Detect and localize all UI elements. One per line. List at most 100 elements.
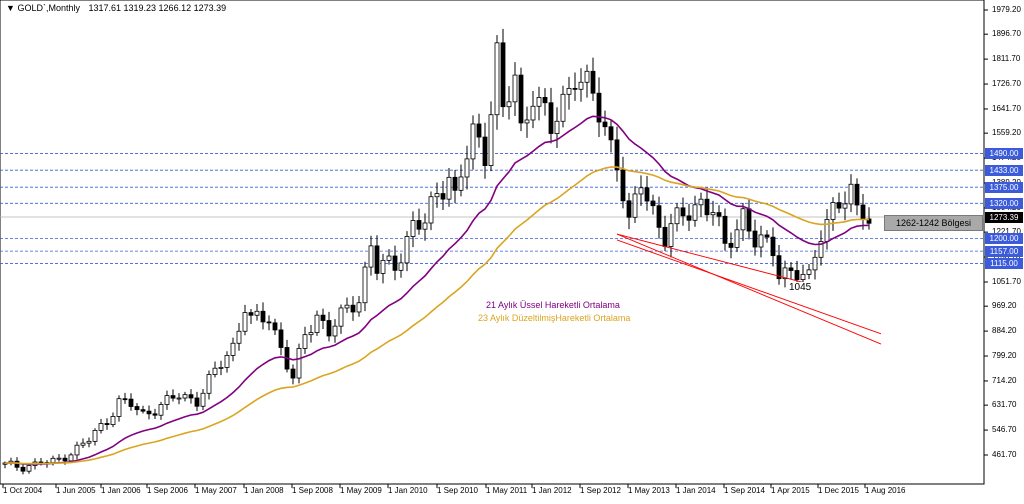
candle-body bbox=[530, 105, 536, 121]
candle-body bbox=[104, 423, 110, 425]
candle-body bbox=[326, 320, 332, 337]
candle-body bbox=[248, 312, 254, 316]
x-tick-label: 1 Sep 2012 bbox=[580, 486, 621, 495]
chart-area[interactable] bbox=[0, 0, 1024, 499]
candle-body bbox=[182, 394, 188, 399]
candle-body bbox=[548, 102, 554, 134]
candle-body bbox=[554, 120, 560, 134]
candle-body bbox=[122, 398, 128, 401]
candle-body bbox=[710, 212, 716, 216]
candle-body bbox=[404, 236, 410, 264]
x-tick-label: 1 Dec 2015 bbox=[818, 486, 859, 495]
candle-body bbox=[668, 223, 674, 247]
x-tick-label: 1 Apr 2015 bbox=[771, 486, 810, 495]
y-tick-label: 1979.20 bbox=[992, 5, 1021, 14]
ema-legend: 21 Aylık Üssel Hareketli Ortalama bbox=[486, 300, 620, 310]
candle-body bbox=[332, 325, 338, 337]
candle-body bbox=[614, 139, 620, 171]
candle-body bbox=[218, 366, 224, 369]
candle-body bbox=[188, 394, 194, 399]
chart-header: ▼ GOLD`,Monthly 1317.61 1319.23 1266.12 … bbox=[6, 3, 226, 13]
y-tick-label: 1726.70 bbox=[992, 79, 1021, 89]
level-tag: 1157.00 bbox=[985, 246, 1023, 258]
candle-body bbox=[704, 198, 710, 216]
candle-body bbox=[14, 460, 20, 468]
candle-body bbox=[296, 348, 302, 379]
x-tick-label: 1 Sep 2008 bbox=[292, 486, 333, 495]
candle-body bbox=[290, 368, 296, 379]
symbol-label: GOLD`,Monthly bbox=[17, 3, 80, 13]
candle-body bbox=[86, 440, 92, 444]
candle-body bbox=[74, 444, 80, 456]
candle-body bbox=[356, 302, 362, 313]
level-tag: 1200.00 bbox=[985, 233, 1023, 245]
candle-body bbox=[788, 267, 794, 271]
x-tick-label: 1 Sep 2010 bbox=[437, 486, 478, 495]
y-tick-label: 631.70 bbox=[992, 400, 1017, 410]
candle-body bbox=[758, 234, 764, 248]
candle-body bbox=[518, 74, 524, 124]
candle-body bbox=[824, 219, 830, 242]
candle-body bbox=[212, 367, 218, 375]
candle-body bbox=[422, 222, 428, 230]
candle-body bbox=[266, 321, 272, 324]
candle-body bbox=[770, 236, 776, 257]
x-tick-label: 1 Sep 2006 bbox=[147, 486, 188, 495]
x-tick-label: 1 Jan 2014 bbox=[676, 486, 716, 495]
candle-body bbox=[440, 193, 446, 200]
x-tick-label: 1 Jan 2010 bbox=[388, 486, 428, 495]
candle-body bbox=[578, 81, 584, 90]
candle-body bbox=[146, 410, 152, 415]
candle-body bbox=[716, 212, 722, 217]
candle-body bbox=[764, 234, 770, 238]
candle-body bbox=[728, 242, 734, 248]
candle-body bbox=[698, 198, 704, 206]
candle-body bbox=[224, 355, 230, 368]
candle-body bbox=[572, 87, 578, 90]
candle-body bbox=[164, 395, 170, 405]
candle-body bbox=[806, 269, 812, 275]
candle-body bbox=[854, 183, 860, 206]
candle-body bbox=[800, 273, 806, 281]
x-tick-label: 1 May 2011 bbox=[486, 486, 528, 495]
candle-body bbox=[812, 256, 818, 271]
candle-body bbox=[308, 332, 314, 336]
candle-body bbox=[488, 114, 494, 166]
candle-body bbox=[656, 205, 662, 228]
x-tick-label: 1 Sep 2014 bbox=[724, 486, 765, 495]
candle-body bbox=[92, 429, 98, 442]
x-tick-label: 1 May 2007 bbox=[195, 486, 237, 495]
candle-body bbox=[638, 187, 644, 195]
candle-body bbox=[836, 202, 842, 209]
candle-body bbox=[512, 74, 518, 103]
y-tick-label: 799.20 bbox=[992, 351, 1017, 361]
x-tick-label: 1 Jan 2008 bbox=[244, 486, 284, 495]
price-chart[interactable] bbox=[0, 0, 1024, 499]
candle-body bbox=[26, 465, 32, 472]
candle-body bbox=[320, 314, 326, 321]
candle-body bbox=[776, 255, 782, 280]
candle-body bbox=[368, 245, 374, 268]
level-tag: 1433.00 bbox=[985, 165, 1023, 177]
header-dropdown-icon[interactable]: ▼ bbox=[6, 3, 15, 13]
candle-body bbox=[200, 392, 206, 407]
candle-body bbox=[254, 310, 260, 316]
candle-body bbox=[500, 42, 506, 108]
zone-label: 1262-1242 Bölgesi bbox=[884, 215, 983, 231]
candle-body bbox=[116, 398, 122, 417]
candle-body bbox=[50, 457, 56, 463]
candle-body bbox=[134, 406, 140, 411]
candle-body bbox=[722, 215, 728, 244]
candle-body bbox=[650, 200, 656, 207]
candle-body bbox=[20, 466, 26, 472]
candle-body bbox=[632, 193, 638, 218]
candle-body bbox=[560, 93, 566, 122]
candle-body bbox=[482, 136, 488, 166]
candle-body bbox=[752, 230, 758, 248]
candle-body bbox=[470, 123, 476, 160]
y-tick-label: 546.70 bbox=[992, 425, 1017, 435]
candle-body bbox=[536, 97, 542, 107]
y-tick-label: 1896.70 bbox=[992, 29, 1021, 39]
candle-body bbox=[626, 200, 632, 218]
level-tag: 1375.00 bbox=[985, 182, 1023, 194]
